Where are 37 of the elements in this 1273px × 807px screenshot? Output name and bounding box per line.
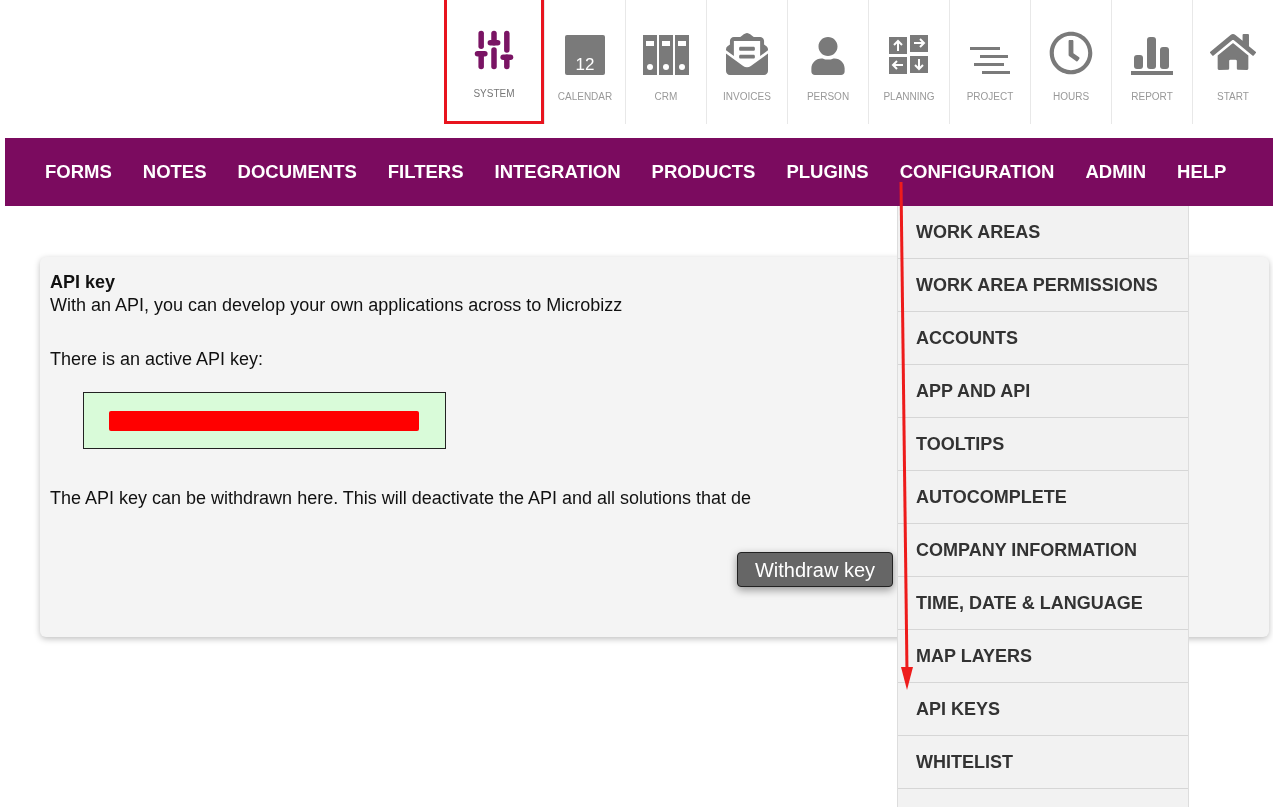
dropdown-item[interactable]: WORK AREA PERMISSIONS <box>915 259 1188 311</box>
dropdown-item[interactable]: COMPANY INFORMATION <box>915 524 1188 576</box>
card-title: API key <box>50 271 116 293</box>
sliders-icon <box>472 28 516 72</box>
intro-text: With an API, you can develop your own applications across to Microbizz <box>50 294 623 317</box>
withdraw-text: The API key can be withdrawn here. This will deactivate the API and all solutions that de <box>50 487 752 510</box>
menu-item[interactable]: HELP <box>1177 158 1227 186</box>
dropdown-item[interactable]: WORK AREAS <box>915 206 1188 258</box>
dropdown-item[interactable]: APP AND API <box>915 365 1188 417</box>
menu-item[interactable]: PLUGINS <box>786 158 869 186</box>
dropdown-item[interactable]: MAP LAYERS <box>915 630 1188 682</box>
clock-icon <box>1049 31 1093 75</box>
module-tab[interactable]: SYSTEM <box>444 0 544 124</box>
menu-item[interactable]: ADMIN <box>1085 158 1147 186</box>
status-text: There is an active API key: <box>50 348 264 371</box>
dropdown-item[interactable]: AUTOCOMPLETE <box>915 471 1188 523</box>
envelope-icon <box>726 33 768 75</box>
menu-item[interactable]: NOTES <box>142 158 207 186</box>
menu-item[interactable]: CONFIGURATION <box>899 158 1055 186</box>
dropdown-item[interactable]: ACCOUNTS <box>915 312 1188 364</box>
dropdown-item[interactable]: TIME, DATE & LANGUAGE <box>915 577 1188 629</box>
menu-item[interactable]: PRODUCTS <box>651 158 756 186</box>
person-icon <box>809 37 847 75</box>
menu-item[interactable]: FORMS <box>45 158 112 186</box>
module-tab[interactable]: 12 CALENDAR <box>544 0 625 124</box>
arrows-grid-icon <box>889 35 929 75</box>
menu-item[interactable]: INTEGRATION <box>494 158 621 186</box>
dropdown-item[interactable]: TOOLTIPS <box>915 418 1188 470</box>
withdraw-key-button[interactable]: Withdraw key <box>737 552 893 587</box>
bar-chart-icon <box>1131 35 1173 75</box>
lines-icon <box>970 47 1010 75</box>
menu-item[interactable]: FILTERS <box>387 158 464 186</box>
dropdown-item[interactable]: WHITELIST <box>915 736 1188 788</box>
dropdown-item[interactable]: API KEYS <box>915 683 1188 735</box>
binders-icon <box>643 35 689 75</box>
calendar-icon: 12 <box>565 35 605 75</box>
menu-item[interactable]: DOCUMENTS <box>237 158 357 186</box>
